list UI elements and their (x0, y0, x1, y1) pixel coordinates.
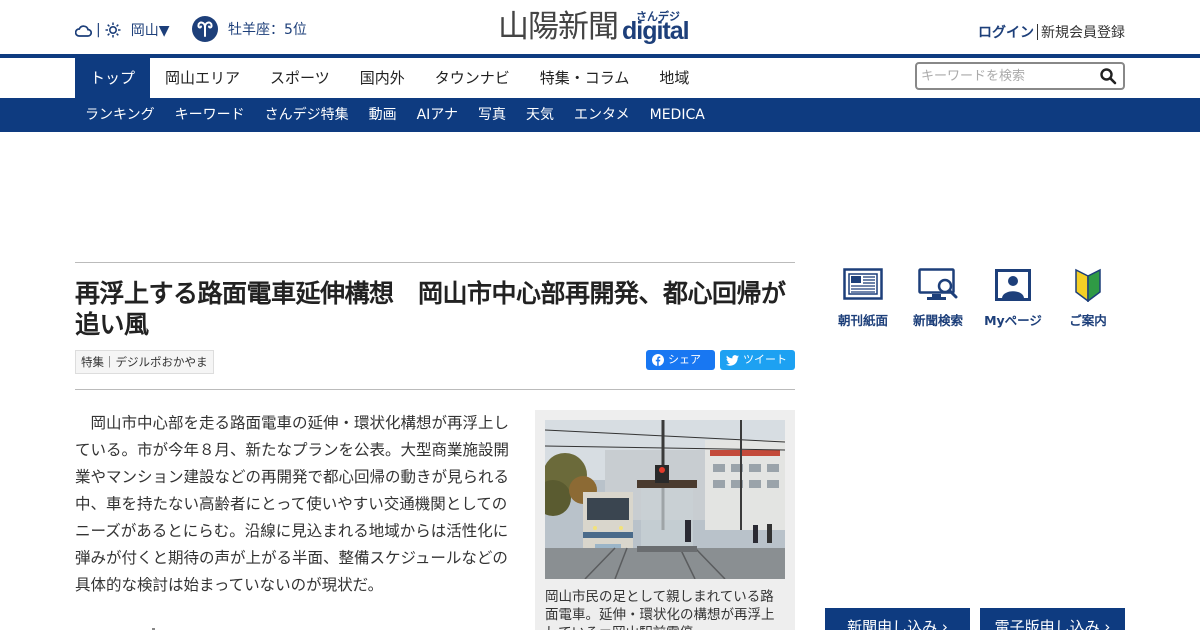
article-category-tag[interactable]: 特集｜デジルポおかやま (75, 350, 214, 374)
quick-link-label: Myページ (984, 313, 1042, 328)
sub-nav-item[interactable]: さんデジ特集 (255, 98, 359, 132)
top-bar: | 岡山▼ 牡羊座：5位 山陽新聞 さんデジ digital ログイン 新規会員… (0, 0, 1200, 54)
article-title: 再浮上する路面電車延伸構想 岡山市中心部再開発、都心回帰が追い風 (75, 279, 786, 339)
login-link[interactable]: ログイン (978, 22, 1034, 42)
sub-nav: ランキング キーワード さんデジ特集 動画 AIアナ 写真 天気 エンタメ MEDICA (0, 98, 1200, 132)
cloud-icon (75, 24, 92, 37)
facebook-share-label: シェア (668, 353, 701, 366)
sub-nav-item[interactable]: 動画 (359, 98, 407, 132)
search-icon[interactable] (1099, 67, 1117, 85)
weather-region[interactable]: 岡山▼ (131, 20, 170, 40)
tram-station-image (545, 420, 785, 579)
logo-digital-text: digital (622, 17, 690, 45)
main-nav-item[interactable]: 岡山エリア (150, 58, 255, 98)
facebook-icon (652, 354, 664, 366)
sub-nav-item[interactable]: キーワード (165, 98, 255, 132)
main-nav-item[interactable]: 国内外 (345, 58, 420, 98)
horoscope-widget[interactable]: 牡羊座：5位 (192, 16, 307, 42)
sub-nav-item[interactable]: ランキング (75, 98, 165, 132)
quick-link-morning-paper[interactable]: 朝刊紙面 (825, 268, 901, 329)
main-nav: トップ 岡山エリア スポーツ 国内外 タウンナビ 特集・コラム 地域 (0, 54, 1200, 98)
facebook-share-button[interactable]: シェア (646, 350, 715, 370)
site-logo[interactable]: 山陽新聞 さんデジ digital (498, 8, 698, 45)
digital-subscribe-button[interactable]: 電子版申し込み › (980, 608, 1125, 630)
logo-digital: さんデジ digital (622, 8, 698, 45)
main-nav-item[interactable]: トップ (75, 58, 151, 98)
newspaper-icon (843, 268, 883, 300)
sub-nav-items: ランキング キーワード さんデジ特集 動画 AIアナ 写真 天気 エンタメ MEDICA (75, 98, 715, 132)
sub-nav-item[interactable]: エンタメ (564, 98, 640, 132)
quick-link-my-page[interactable]: Myページ (975, 268, 1051, 329)
search-input[interactable] (921, 66, 1091, 86)
quick-link-label: 新聞検索 (912, 313, 963, 328)
quick-link-newspaper-search[interactable]: 新聞検索 (900, 268, 976, 329)
article-header-divider (75, 389, 795, 390)
sub-nav-item[interactable]: 写真 (468, 98, 516, 132)
beginner-leaf-icon (1075, 268, 1101, 303)
sub-nav-item[interactable]: AIアナ (407, 98, 468, 132)
weather-widget[interactable]: | 岡山▼ (75, 20, 170, 40)
main-nav-item[interactable]: 特集・コラム (525, 58, 645, 98)
quick-link-label: 朝刊紙面 (837, 313, 888, 328)
sub-nav-item[interactable]: 天気 (516, 98, 564, 132)
sub-nav-item[interactable]: MEDICA (640, 98, 715, 132)
search-box (915, 62, 1125, 90)
photo-caption: 岡山市民の足として親しまれている路面電車。延伸・環状化の構想が再浮上している＝岡… (545, 589, 775, 630)
aries-icon (192, 16, 218, 42)
newspaper-subscribe-button[interactable]: 新聞申し込み › (825, 608, 970, 630)
monitor-search-icon (918, 268, 958, 300)
auth-links: ログイン 新規会員登録 (978, 22, 1125, 42)
article-photo[interactable] (545, 420, 785, 579)
twitter-share-button[interactable]: ツイート (720, 350, 795, 370)
main-nav-items: トップ 岡山エリア スポーツ 国内外 タウンナビ 特集・コラム 地域 (75, 58, 704, 98)
logo-kanji: 山陽新聞 (498, 9, 619, 45)
weather-divider: | (96, 22, 101, 38)
main-nav-item[interactable]: スポーツ (255, 58, 345, 98)
horoscope-text: 牡羊座：5位 (228, 22, 307, 38)
register-link[interactable]: 新規会員登録 (1041, 22, 1125, 42)
main-nav-item[interactable]: 地域 (644, 58, 704, 98)
quick-link-guide[interactable]: ご案内 (1050, 268, 1126, 329)
article-top-divider (75, 262, 795, 263)
auth-divider (1037, 24, 1038, 40)
twitter-share-label: ツイート (743, 353, 787, 366)
main-nav-item[interactable]: タウンナビ (420, 58, 525, 98)
sun-icon (105, 22, 121, 38)
article-body: 岡山市中心部を走る路面電車の延伸・環状化構想が再浮上している。市が今年８月、新た… (75, 414, 510, 594)
quick-link-label: ご案内 (1069, 313, 1107, 328)
user-profile-icon (995, 269, 1031, 301)
twitter-icon (726, 354, 739, 366)
article-figure: 岡山市民の足として親しまれている路面電車。延伸・環状化の構想が再浮上している＝岡… (535, 410, 795, 630)
